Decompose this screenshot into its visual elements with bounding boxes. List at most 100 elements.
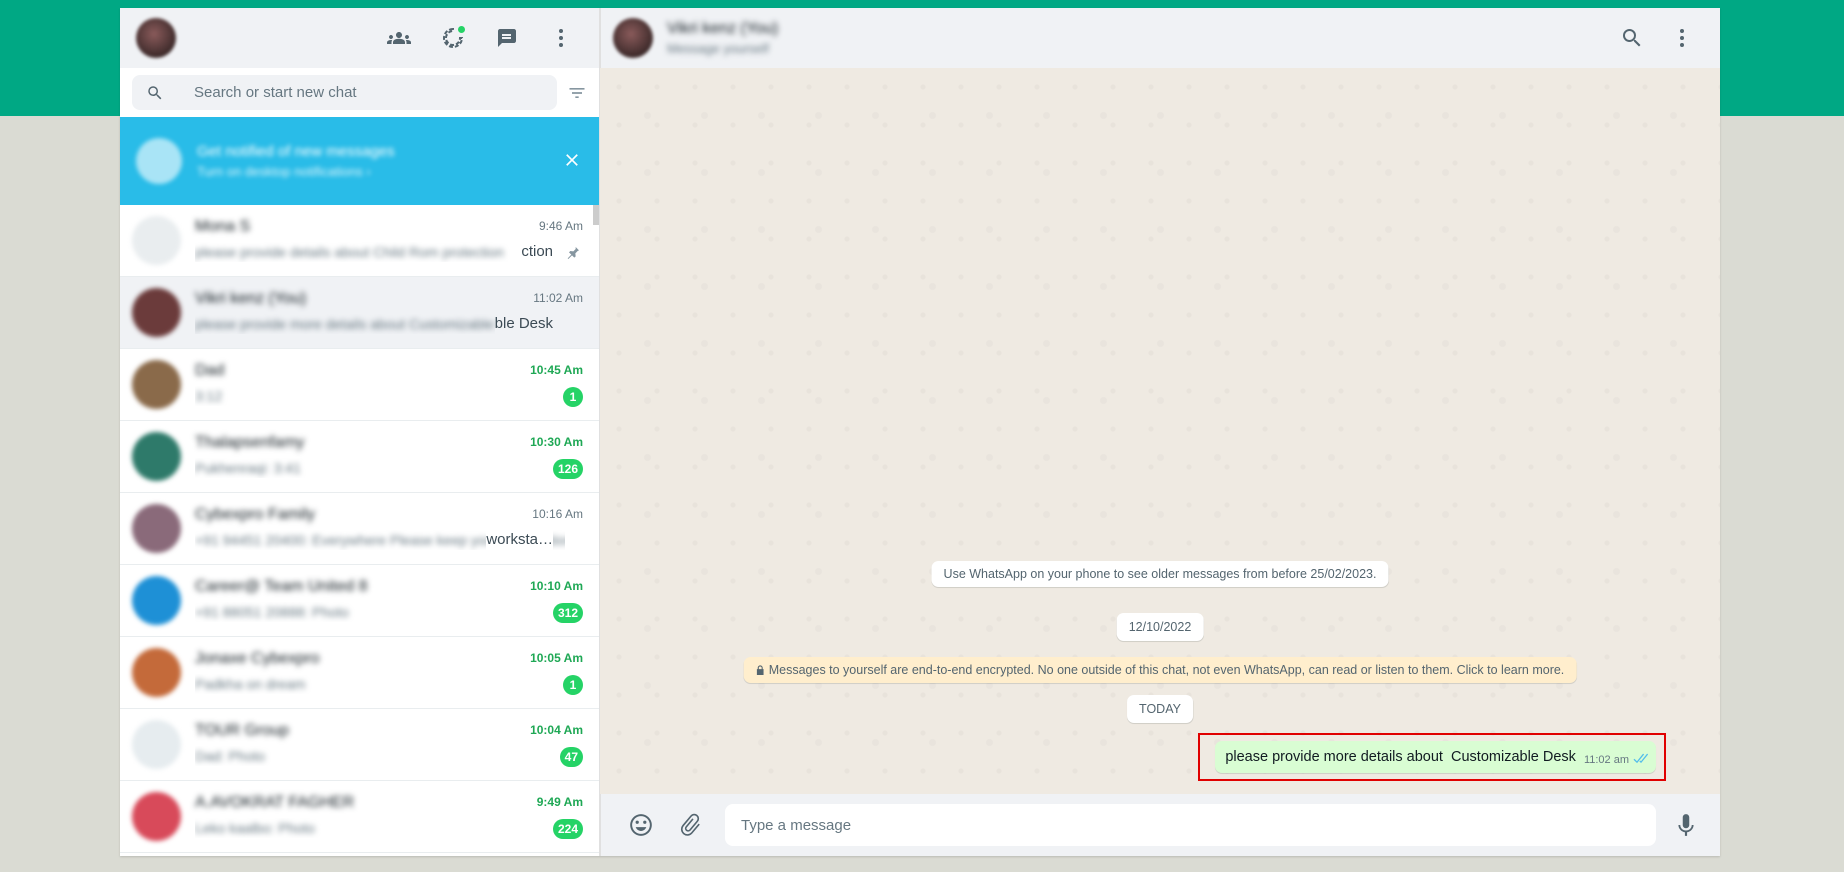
outgoing-message-text: please provide more details about Custom…: [1225, 749, 1576, 765]
outgoing-message[interactable]: please provide more details about Custom…: [1215, 741, 1656, 773]
conversation-menu-button[interactable]: [1662, 18, 1702, 58]
notification-close-button[interactable]: [559, 147, 585, 173]
unread-badge: 1: [563, 675, 583, 695]
new-chat-icon: [498, 29, 516, 47]
chat-avatar: [132, 504, 181, 553]
chat-preview: 3:12: [195, 386, 565, 406]
chat-preview: Padkha on dream: [195, 674, 565, 694]
contact-avatar[interactable]: [613, 18, 653, 58]
chat-time: 10:30 Am: [530, 435, 583, 449]
chat-preview-text: Pukhenraqi: 3:41: [195, 459, 301, 476]
chat-avatar: [132, 432, 181, 481]
chat-preview-text: please provide details about Child Rom p…: [195, 243, 504, 260]
chat-list-item[interactable]: Cybexpro Family +91 94451 20400: Everywhe…: [120, 493, 599, 565]
whatsapp-app: Get notified of new messages Turn on des…: [120, 8, 1720, 856]
chat-name: Mona S: [195, 217, 251, 235]
older-messages-notice[interactable]: Use WhatsApp on your phone to see older …: [931, 561, 1389, 587]
paperclip-icon: [680, 813, 700, 836]
microphone-icon: [1678, 814, 1694, 836]
chat-list-pane: Get notified of new messages Turn on des…: [120, 8, 600, 856]
notification-bell-icon: [136, 138, 182, 184]
chat-avatar: [132, 360, 181, 409]
conversation-pane: Vikri kenz (You) Message yourself Use Wh…: [600, 8, 1720, 856]
unread-badge: 1: [563, 387, 583, 407]
unread-badge: 47: [559, 747, 583, 767]
chat-preview-tail: ction: [521, 241, 553, 262]
chat-avatar: [132, 576, 181, 625]
filter-icon: [569, 87, 585, 98]
attach-button[interactable]: [671, 805, 711, 845]
unread-badge: 224: [552, 819, 583, 839]
encryption-notice-text: Messages to yourself are end-to-end encr…: [768, 663, 1565, 677]
my-avatar[interactable]: [136, 18, 176, 58]
chat-avatar: [132, 216, 181, 265]
filter-button[interactable]: [557, 75, 587, 110]
search-input[interactable]: [194, 84, 524, 101]
chat-avatar: [132, 288, 181, 337]
chat-list-item[interactable]: Dad 3:12 10:45 Am 1: [120, 349, 599, 421]
chat-time: 11:02 Am: [533, 291, 583, 305]
unread-badge: 126: [552, 459, 583, 479]
community-icon: [387, 32, 411, 44]
search-row: [120, 68, 599, 117]
chat-name: A.AVOKRAT FAGHER: [195, 793, 355, 811]
chat-preview: please provide more details about Custom…: [195, 313, 565, 334]
date-chip-old: 12/10/2022: [1116, 613, 1204, 641]
chat-time: 10:45 Am: [530, 363, 583, 377]
chat-list-item[interactable]: Vikri kenz (You) please provide more deta…: [120, 277, 599, 349]
chat-avatar: [132, 720, 181, 769]
chat-preview: +91 88051 20888: Photo: [195, 602, 565, 622]
chat-list-item[interactable]: TOUR Group Dad: Photo 10:04 Am 47: [120, 709, 599, 781]
notification-subtitle[interactable]: Turn on desktop notifications ›: [197, 164, 395, 179]
chat-preview: Dad: Photo: [195, 746, 565, 766]
new-chat-button[interactable]: [487, 18, 527, 58]
chat-name: Career@ Team United 8: [195, 577, 368, 595]
search-box[interactable]: [132, 75, 557, 110]
emoji-button[interactable]: [621, 805, 661, 845]
contact-subtitle: Message yourself: [667, 41, 769, 56]
contact-name: Vikri kenz (You): [667, 20, 779, 37]
voice-message-button[interactable]: [1666, 805, 1706, 845]
chat-preview-text: Padkha on dream: [195, 675, 306, 692]
communities-button[interactable]: [379, 18, 419, 58]
encryption-notice[interactable]: Messages to yourself are end-to-end encr…: [743, 657, 1577, 683]
chat-list-item[interactable]: Jonaxe Cybexpro Padkha on dream 10:05 Am 1: [120, 637, 599, 709]
notification-banner[interactable]: Get notified of new messages Turn on des…: [120, 117, 599, 205]
double-tick-icon: [1632, 753, 1649, 767]
lock-icon: [756, 665, 764, 675]
chat-preview-text: please provide more details about Custom…: [195, 315, 530, 332]
chat-preview-text: Dad: Photo: [195, 747, 266, 764]
left-header: [120, 8, 599, 68]
search-icon: [1623, 29, 1641, 47]
menu-button[interactable]: [541, 18, 581, 58]
chat-list-item[interactable]: Mona S please provide details about Child…: [120, 205, 599, 277]
message-input[interactable]: [725, 804, 1656, 846]
chat-name: Dad: [195, 361, 225, 379]
menu-icon: [1680, 29, 1684, 47]
status-button[interactable]: [433, 18, 473, 58]
outgoing-message-time: 11:02 am: [1583, 754, 1629, 766]
conversation-header[interactable]: Vikri kenz (You) Message yourself: [600, 8, 1720, 68]
chat-name: Thalapsenfamy: [195, 433, 305, 451]
chat-list-scrollbar[interactable]: [593, 205, 599, 225]
unread-badge: 312: [552, 603, 583, 623]
chat-list-item[interactable]: Career@ Team United 8 +91 88051 20888: Ph…: [120, 565, 599, 637]
chat-list-item[interactable]: A.AVOKRAT FAGHER Leko kaalbo: Photo 9:49 A…: [120, 781, 599, 853]
chat-name: Vikri kenz (You): [195, 289, 307, 307]
chat-list-item[interactable]: Thalapsenfamy Pukhenraqi: 3:41 10:30 Am 126: [120, 421, 599, 493]
chat-avatar: [132, 792, 181, 841]
chat-time: 10:10 Am: [530, 579, 583, 593]
chat-preview: Pukhenraqi: 3:41: [195, 458, 565, 478]
chat-preview: Leko kaalbo: Photo: [195, 818, 565, 838]
message-area: Use WhatsApp on your phone to see older …: [600, 68, 1720, 794]
chat-preview: +91 94451 20400: Everywhere Please keep …: [195, 529, 565, 550]
close-icon: [566, 154, 578, 166]
chat-time: 9:49 Am: [536, 795, 583, 809]
chat-preview-text: +91 88051 20888: Photo: [195, 603, 349, 620]
search-messages-button[interactable]: [1612, 18, 1652, 58]
chat-time: 10:04 Am: [530, 723, 583, 737]
chat-avatar: [132, 648, 181, 697]
pin-icon: [565, 245, 581, 266]
chat-time: 10:05 Am: [530, 651, 583, 665]
emoji-icon: [630, 814, 652, 836]
